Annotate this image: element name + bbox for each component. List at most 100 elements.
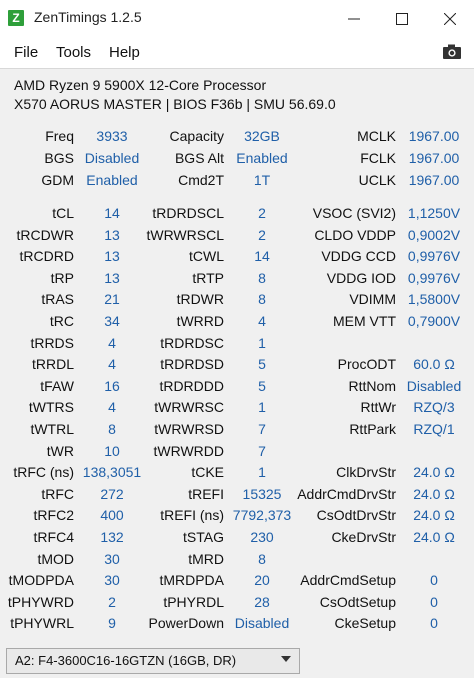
timing-row-label: tWRWRSCL <box>146 227 224 243</box>
info-row-label: Freq <box>45 128 74 144</box>
timing-row-value: RZQ/1 <box>413 421 455 437</box>
info-row-label: UCLK <box>358 172 396 188</box>
timing-row-label: CkeSetup <box>334 615 396 631</box>
timings-panel: AMD Ryzen 9 5900X 12-Core Processor X570… <box>0 68 474 643</box>
window-title: ZenTimings 1.2.5 <box>34 9 142 25</box>
timing-row-value: 24.0 Ω <box>413 486 455 502</box>
timing-row-label: ClkDrvStr <box>336 464 396 480</box>
timing-row-label: tRFC4 <box>33 529 74 545</box>
timing-row-label: tCKE <box>191 464 224 480</box>
timing-row-label: AddrCmdDrvStr <box>297 486 396 502</box>
timing-row-label: tREFI (ns) <box>160 507 224 523</box>
timing-row-value: 0,9002V <box>407 227 461 243</box>
timing-row-label: AddrCmdSetup <box>300 572 396 588</box>
info-row-value: 1967.00 <box>408 128 460 144</box>
timing-row-label: tCWL <box>189 248 224 264</box>
timing-row-value: 0,9976V <box>407 270 461 286</box>
timing-row-value: 0,7900V <box>407 313 461 329</box>
info-row-label: BGS <box>44 150 74 166</box>
timing-row-label: tMOD <box>37 551 74 567</box>
timing-row-label: RttPark <box>349 421 396 437</box>
timing-row-label: tWTRS <box>28 399 74 415</box>
bottom-bar: A2: F4-3600C16-16GTZN (16GB, DR) <box>0 642 474 678</box>
info-row-label: MCLK <box>357 128 396 144</box>
timing-row-label: tWRWRSD <box>154 421 224 437</box>
timing-row-label: tRC <box>49 313 74 329</box>
board-bios-info: X570 AORUS MASTER | BIOS F36b | SMU 56.6… <box>14 96 336 112</box>
info-row-label: BGS Alt <box>174 150 224 166</box>
timing-row-value: 60.0 Ω <box>413 356 455 372</box>
timing-row-value: 1,1250V <box>407 205 461 221</box>
timing-row-label: tRDWR <box>176 291 224 307</box>
timing-row-label: tRFC <box>41 486 74 502</box>
close-icon <box>444 13 456 25</box>
info-row-label: GDM <box>41 172 74 188</box>
timing-row-value: 24.0 Ω <box>413 464 455 480</box>
timing-row-label: tWTRL <box>30 421 74 437</box>
menu-file[interactable]: File <box>14 44 38 61</box>
timing-row-label: PowerDown <box>148 615 224 631</box>
menu-help[interactable]: Help <box>109 44 140 61</box>
minimize-button[interactable] <box>330 0 378 38</box>
timing-row-value: 1,5800V <box>407 291 461 307</box>
timing-row-label: tCL <box>52 205 74 221</box>
timing-row-value: 0,9976V <box>407 248 461 264</box>
timing-row-label: tRAS <box>41 291 74 307</box>
timing-row-value: 24.0 Ω <box>413 529 455 545</box>
timing-row-label: tRP <box>50 270 74 286</box>
timing-row-value: 0 <box>430 572 438 588</box>
timing-row-value: RZQ/3 <box>413 399 455 415</box>
close-button[interactable] <box>426 0 474 38</box>
timing-row-label: RttWr <box>360 399 396 415</box>
timing-row-label: VSOC (SVI2) <box>312 205 396 221</box>
maximize-button[interactable] <box>378 0 426 38</box>
timing-row-label: ProcODT <box>337 356 396 372</box>
camera-icon[interactable] <box>442 43 462 61</box>
timing-row-label: tRCDRD <box>19 248 74 264</box>
minimize-icon <box>348 18 360 20</box>
info-row-label: Capacity <box>169 128 224 144</box>
timing-row-value: 8 <box>258 551 266 567</box>
timing-row-label: tMRDPDA <box>159 572 224 588</box>
dimm-select[interactable]: A2: F4-3600C16-16GTZN (16GB, DR) <box>6 648 300 674</box>
timing-row-label: tMODPDA <box>8 572 74 588</box>
timing-row-label: tSTAG <box>183 529 224 545</box>
chevron-down-icon <box>281 656 291 662</box>
zentimings-app-icon: Z <box>8 10 24 26</box>
timing-row-value: 24.0 Ω <box>413 507 455 523</box>
timing-row-value: Disabled <box>406 378 462 394</box>
timing-row-value: 0 <box>430 615 438 631</box>
timing-row-label: tRDRDSC <box>160 335 224 351</box>
info-row-label: FCLK <box>360 150 396 166</box>
dimm-selected-value: A2: F4-3600C16-16GTZN (16GB, DR) <box>15 653 237 668</box>
timing-row-label: tRTP <box>192 270 224 286</box>
timing-row-label: VDDG IOD <box>326 270 396 286</box>
maximize-icon <box>396 13 408 25</box>
timing-row-label: CsOdtSetup <box>319 594 396 610</box>
menu-tools[interactable]: Tools <box>56 44 91 61</box>
timing-row-value: 7 <box>258 443 266 459</box>
timing-row-label: tREFI <box>188 486 224 502</box>
timing-row-label: tRCDWR <box>16 227 74 243</box>
timing-row-label: tWRRD <box>176 313 224 329</box>
title-bar: Z ZenTimings 1.2.5 <box>0 0 474 38</box>
timing-row-label: tRDRDSD <box>160 356 224 372</box>
timing-row-label: tPHYWRL <box>10 615 74 631</box>
timing-row-label: CLDO VDDP <box>314 227 396 243</box>
timing-row-label: tPHYWRD <box>7 594 74 610</box>
timing-row-label: tWRWRDD <box>153 443 224 459</box>
timing-row-label: CsOdtDrvStr <box>316 507 396 523</box>
timing-row-label: tMRD <box>188 551 224 567</box>
timing-row-label: CkeDrvStr <box>331 529 396 545</box>
cpu-name: AMD Ryzen 9 5900X 12-Core Processor <box>14 77 267 93</box>
timing-row-label: tRFC2 <box>33 507 74 523</box>
timing-row-value: 0 <box>430 594 438 610</box>
timing-row-label: tRFC (ns) <box>13 464 74 480</box>
timing-row-label: tRDRDDD <box>159 378 224 394</box>
timing-row-label: RttNom <box>348 378 396 394</box>
timing-row-label: VDIMM <box>349 291 396 307</box>
timing-row-label: tRRDS <box>30 335 74 351</box>
timing-row-label: tPHYRDL <box>163 594 224 610</box>
info-row-value: 1967.00 <box>408 172 460 188</box>
timing-row-label: MEM VTT <box>333 313 396 329</box>
